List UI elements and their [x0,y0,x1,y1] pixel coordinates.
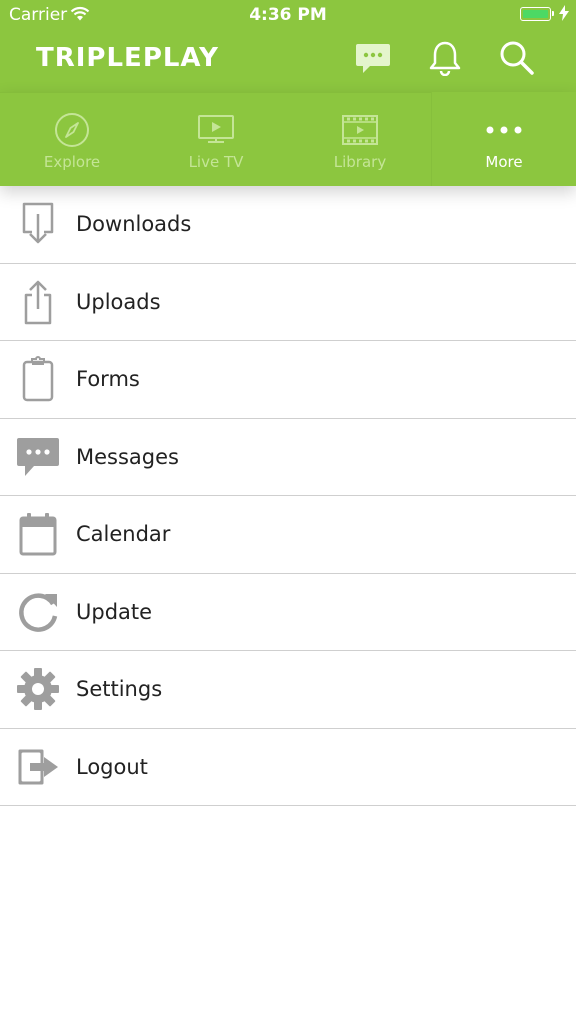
tab-library-label: Library [333,153,387,171]
tab-more[interactable]: More [431,92,576,186]
film-icon [288,112,432,148]
chat-icon[interactable] [353,38,393,78]
refresh-icon [14,588,62,636]
bell-icon[interactable] [425,38,465,78]
compass-icon [0,112,144,148]
gear-icon [14,665,62,713]
logout-icon [14,743,62,791]
menu-item-label: Messages [76,444,179,469]
menu-item-forms[interactable]: Forms [0,341,576,419]
calendar-icon [14,510,62,558]
charging-icon [559,5,569,25]
app-logo: TRIPLEPLAY [36,43,219,73]
menu-item-update[interactable]: Update [0,574,576,651]
search-icon[interactable] [497,38,537,78]
menu-item-label: Logout [76,754,148,779]
menu-item-label: Calendar [76,522,171,547]
status-bar: Carrier 4:36 PM [0,0,576,30]
menu-item-label: Uploads [76,289,161,314]
menu-item-calendar[interactable]: Calendar [0,496,576,574]
tab-explore-label: Explore [43,153,101,171]
status-time: 4:36 PM [249,5,327,25]
menu-item-label: Settings [76,677,163,702]
battery-tip [552,11,554,16]
tv-icon [144,112,288,148]
tab-explore[interactable]: Explore [0,92,144,186]
menu-item-label: Update [76,599,153,624]
tab-live-tv-label: Live TV [188,153,244,171]
menu-item-messages[interactable]: Messages [0,419,576,496]
menu-item-label: Forms [76,367,140,392]
menu-item-label: Downloads [76,212,192,237]
tab-more-label: More [485,153,523,171]
upload-icon [14,278,62,326]
tab-library[interactable]: Library [288,92,432,186]
menu-item-logout[interactable]: Logout [0,729,576,806]
tab-live-tv[interactable]: Live TV [144,92,288,186]
battery-level [522,9,548,18]
app-header: Carrier 4:36 PM TRIPLEPLAY Explore Live … [0,0,576,186]
more-icon [432,112,576,148]
more-menu-list: Downloads Uploads Forms Messages Calenda… [0,186,576,806]
menu-item-downloads[interactable]: Downloads [0,186,576,264]
tab-bar: Explore Live TV Library More [0,92,576,186]
clipboard-icon [14,355,62,403]
battery-icon [520,7,551,21]
menu-item-uploads[interactable]: Uploads [0,264,576,341]
message-icon [14,433,62,481]
menu-item-settings[interactable]: Settings [0,651,576,729]
download-icon [14,200,62,248]
